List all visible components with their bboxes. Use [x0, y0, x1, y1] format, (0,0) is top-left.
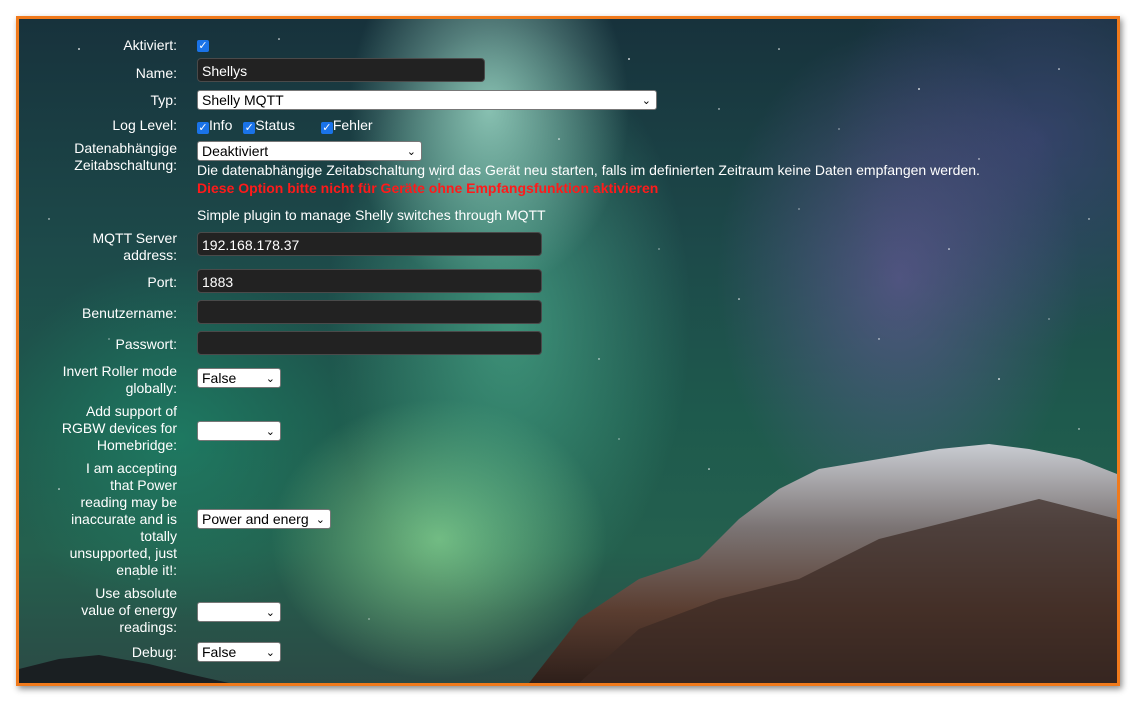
absolute-energy-label-line3: readings:	[119, 619, 177, 635]
debug-select[interactable]: False ⌄	[197, 642, 281, 662]
invert-roller-select[interactable]: False ⌄	[197, 368, 281, 388]
chevron-down-icon: ⌄	[265, 607, 275, 619]
power-reading-label-line6: unsupported, just	[69, 545, 177, 561]
invert-roller-label-line1: Invert Roller mode	[62, 363, 177, 379]
absolute-energy-select[interactable]: ⌄	[197, 602, 281, 622]
log-level-options: ✓Info ✓Status ✓Fehler	[197, 117, 389, 134]
settings-panel: Aktiviert: ✓ Name: Shellys Typ: Shelly M…	[16, 16, 1120, 686]
timeout-select-value: Deaktiviert	[202, 143, 269, 159]
timeout-label-line1: Datenabhängige	[74, 140, 177, 156]
chevron-down-icon: ⌄	[265, 373, 275, 385]
typ-select-value: Shelly MQTT	[202, 92, 284, 108]
chevron-down-icon: ⌄	[406, 146, 416, 158]
log-level-info-label: Info	[209, 117, 233, 133]
benutzername-input[interactable]	[197, 300, 542, 324]
mqtt-server-input[interactable]: 192.168.178.37	[197, 232, 542, 256]
name-input[interactable]: Shellys	[197, 58, 485, 82]
timeout-select[interactable]: Deaktiviert ⌄	[197, 141, 422, 161]
power-reading-label-line7: enable it!:	[116, 562, 177, 578]
power-reading-label-line4: inaccurate and is	[71, 511, 177, 527]
rgbw-label-line1: Add support of	[85, 403, 177, 419]
starfield-background	[48, 38, 1090, 620]
log-level-status-checkbox[interactable]: ✓	[243, 122, 256, 134]
aktiviert-checkbox[interactable]: ✓	[197, 40, 209, 52]
mqtt-server-label-line2: address:	[123, 247, 177, 263]
typ-select[interactable]: Shelly MQTT ⌄	[197, 90, 657, 110]
passwort-input[interactable]	[197, 331, 542, 355]
rgbw-label-line3: Homebridge:	[96, 437, 177, 453]
chevron-down-icon: ⌄	[315, 514, 325, 526]
mqtt-server-label-line1: MQTT Server	[92, 230, 177, 246]
power-reading-label-line1: I am accepting	[85, 460, 177, 476]
debug-label: Debug:	[131, 644, 177, 660]
invert-roller-select-value: False	[202, 370, 237, 386]
name-label: Name:	[135, 65, 177, 81]
timeout-warning: Diese Option bitte nicht für Geräte ohne…	[197, 180, 659, 196]
passwort-label: Passwort:	[115, 336, 177, 352]
log-level-status-label: Status	[255, 117, 295, 133]
rgbw-select[interactable]: ⌄	[197, 421, 281, 441]
log-level-fehler-checkbox[interactable]: ✓	[320, 122, 333, 134]
debug-select-value: False	[202, 644, 237, 660]
power-reading-label-line3: reading may be	[80, 494, 177, 510]
power-reading-label-line5: totally	[140, 528, 177, 544]
port-label: Port:	[147, 274, 177, 290]
power-reading-select[interactable]: Power and energy ⌄	[197, 509, 331, 529]
power-reading-label-line2: that Power	[110, 477, 177, 493]
rgbw-label-line2: RGBW devices for	[61, 420, 177, 436]
typ-label: Typ:	[150, 92, 177, 108]
log-level-fehler-label: Fehler	[332, 117, 373, 133]
power-reading-select-value: Power and energy	[202, 511, 308, 527]
timeout-label-line2: Zeitabschaltung:	[74, 157, 177, 173]
chevron-down-icon: ⌄	[265, 647, 275, 659]
aktiviert-label: Aktiviert:	[123, 37, 177, 53]
mountain-silhouette	[19, 444, 1117, 683]
chevron-down-icon: ⌄	[265, 426, 275, 438]
log-level-label: Log Level:	[112, 117, 177, 133]
plugin-description: Simple plugin to manage Shelly switches …	[197, 207, 546, 223]
port-input[interactable]: 1883	[197, 269, 542, 293]
log-level-info-checkbox[interactable]: ✓	[197, 122, 209, 134]
invert-roller-label-line2: globally:	[125, 380, 177, 396]
timeout-description: Die datenabhängige Zeitabschaltung wird …	[197, 162, 980, 178]
absolute-energy-label-line2: value of energy	[81, 602, 177, 618]
benutzername-label: Benutzername:	[82, 305, 177, 321]
absolute-energy-label-line1: Use absolute	[95, 585, 177, 601]
chevron-down-icon: ⌄	[641, 95, 651, 107]
